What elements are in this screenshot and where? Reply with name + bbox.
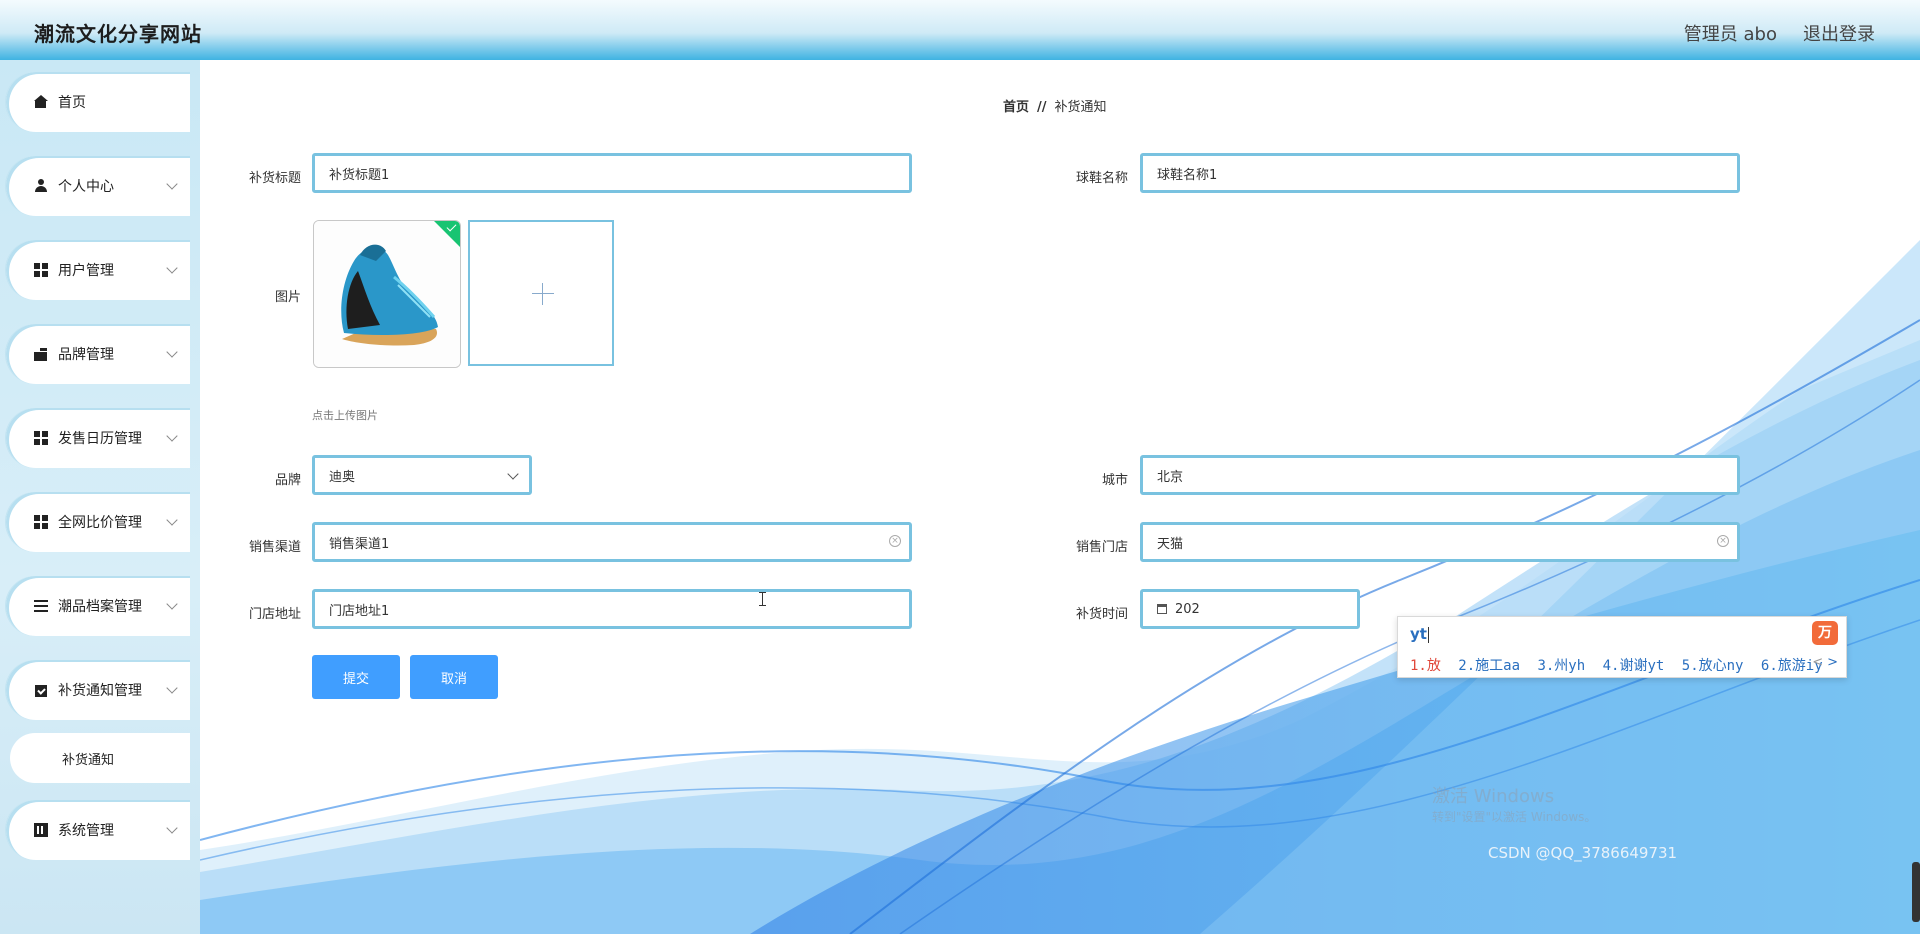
shoe-name-field[interactable]: 球鞋名称1 [1140,153,1740,193]
sidebar-item-label: 个人中心 [58,179,114,195]
ime-candidate[interactable]: 5.放心ny [1682,658,1744,674]
sidebar-item-label: 系统管理 [58,823,114,839]
clipboard-icon [34,683,48,697]
logout-link[interactable]: 退出登录 [1803,20,1875,46]
title-field[interactable]: 补货标题1 [312,153,912,193]
ime-logo-icon: 万 [1812,621,1838,645]
channel-label: 销售渠道 [248,540,301,555]
chevron-down-icon [166,262,178,274]
ime-page-nav: < > [1812,655,1838,670]
store-label: 销售门店 [1075,540,1128,555]
ime-candidate-popup: yt 万 1.放 2.施工aa 3.州yh 4.谢谢yt 5.放心ny 6.旅游… [1397,616,1847,678]
sidebar-item-label: 发售日历管理 [58,431,142,447]
brand-select-value: 迪奥 [329,469,356,485]
breadcrumb: 首页 // 补货通知 [1003,96,1107,115]
title-label: 补货标题 [248,171,301,186]
grid-icon [34,263,48,277]
chevron-down-icon [166,822,178,834]
image-upload-button[interactable] [468,220,614,366]
image-label: 图片 [274,290,301,305]
restock-time-value: 202 [1175,601,1200,617]
home-icon [34,95,48,109]
sidebar-item-home[interactable]: 首页 [6,72,190,132]
chevron-down-icon [166,178,178,190]
ime-prev-icon[interactable]: < [1812,655,1823,670]
sidebar-subitem-restock-notice[interactable]: 补货通知 [10,733,190,783]
uploaded-image-thumbnail[interactable] [313,220,461,368]
calendar-icon [1157,604,1167,614]
ime-candidate[interactable]: 2.施工aa [1458,658,1520,674]
ime-candidates: 1.放 2.施工aa 3.州yh 4.谢谢yt 5.放心ny 6.旅游iy [1410,655,1832,675]
ime-candidate[interactable]: 3.州yh [1537,658,1585,674]
address-field[interactable]: 门店地址1 [312,589,912,629]
user-icon [34,179,48,193]
store-field[interactable]: 天猫 × [1140,522,1740,562]
sidebar-item-label: 首页 [58,95,86,111]
address-label: 门店地址 [248,607,301,622]
chevron-down-icon [166,514,178,526]
sidebar-item-label: 用户管理 [58,263,114,279]
chevron-down-icon [166,598,178,610]
sidebar-item-system-management[interactable]: 系统管理 [6,800,190,860]
sidebar-item-price-compare[interactable]: 全网比价管理 [6,492,190,552]
shoe-name-label: 球鞋名称 [1075,171,1128,186]
list-icon [34,599,48,613]
csdn-watermark: CSDN @QQ_3786649731 [1488,844,1678,862]
restock-time-picker[interactable]: 202 [1140,589,1360,629]
sidebar: 首页 个人中心 用户管理 品牌管理 发售日历管理 全网比价管理 潮品档案管理 补… [0,60,200,934]
cancel-button[interactable]: 取消 [410,655,498,699]
city-field[interactable]: 北京 [1140,455,1740,495]
plus-icon [532,293,554,294]
sidebar-item-label: 全网比价管理 [58,515,142,531]
windows-activation-title: 激活 Windows [1432,786,1555,807]
clear-icon[interactable]: × [1717,535,1729,547]
site-title: 潮流文化分享网站 [34,22,202,46]
sidebar-item-label: 品牌管理 [58,347,114,363]
sidebar-item-brand-management[interactable]: 品牌管理 [6,324,190,384]
sidebar-item-product-archive[interactable]: 潮品档案管理 [6,576,190,636]
channel-field[interactable]: 销售渠道1 × [312,522,912,562]
top-header: 潮流文化分享网站 管理员 abo 退出登录 [0,0,1920,60]
grid-icon [34,515,48,529]
wallet-icon [34,347,48,361]
breadcrumb-current: 补货通知 [1054,100,1107,115]
windows-activation-hint: 转到"设置"以激活 Windows。 [1432,810,1597,824]
grid-icon [34,431,48,445]
clear-icon[interactable]: × [889,535,901,547]
brand-label: 品牌 [274,473,301,488]
sidebar-item-personal-center[interactable]: 个人中心 [6,156,190,216]
chevron-down-icon [166,430,178,442]
restock-time-label: 补货时间 [1075,607,1128,622]
upload-hint: 点击上传图片 [312,409,378,422]
breadcrumb-separator: // [1037,100,1047,115]
channel-field-value: 销售渠道1 [329,536,390,552]
chevron-down-icon [166,346,178,358]
main-content: 首页 // 补货通知 补货标题 补货标题1 球鞋名称 球鞋名称1 图片 点击上传图片… [200,60,1920,934]
scrollbar-handle[interactable] [1912,862,1920,922]
admin-user-label: 管理员 abo [1683,24,1777,45]
ime-composition: yt [1410,625,1429,643]
chevron-down-icon [507,468,519,480]
ime-candidate[interactable]: 1.放 [1410,658,1441,674]
city-label: 城市 [1101,473,1128,488]
submit-button[interactable]: 提交 [312,655,400,699]
store-field-value: 天猫 [1157,536,1184,552]
bars-icon [34,823,48,837]
sidebar-item-label: 补货通知管理 [58,683,142,699]
ime-candidate[interactable]: 4.谢谢yt [1603,658,1665,674]
text-cursor-icon [759,592,766,606]
ime-next-icon[interactable]: > [1827,655,1838,670]
breadcrumb-home[interactable]: 首页 [1003,100,1029,115]
sidebar-item-label: 潮品档案管理 [58,599,142,615]
sidebar-item-restock-management[interactable]: 补货通知管理 [6,660,190,720]
sidebar-item-release-calendar[interactable]: 发售日历管理 [6,408,190,468]
sneaker-image [314,221,460,367]
brand-select[interactable]: 迪奥 [312,455,532,495]
chevron-down-icon [166,682,178,694]
sidebar-item-user-management[interactable]: 用户管理 [6,240,190,300]
